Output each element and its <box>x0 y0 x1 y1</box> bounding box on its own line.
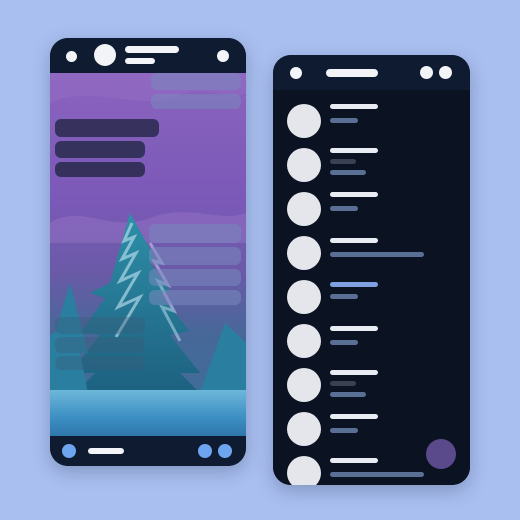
chat-title-placeholder <box>125 46 179 53</box>
contact-name-placeholder <box>330 414 378 419</box>
contact-preview-placeholder <box>330 159 356 164</box>
contact-preview-placeholder <box>330 428 358 433</box>
message-bubble-outgoing[interactable] <box>149 269 241 286</box>
more-icon[interactable] <box>439 66 452 79</box>
contact-preview-placeholder <box>330 252 424 257</box>
contacts-top-bar <box>273 55 470 90</box>
list-item[interactable] <box>273 275 470 319</box>
message-bubble-outgoing[interactable] <box>149 247 241 265</box>
menu-icon[interactable] <box>290 67 302 79</box>
message-bubble-outgoing[interactable] <box>149 290 241 305</box>
contacts-list <box>273 90 470 485</box>
message-bubble-outgoing[interactable] <box>151 94 241 109</box>
avatar <box>287 148 321 182</box>
contact-preview-placeholder <box>330 472 424 477</box>
contact-name-placeholder <box>330 370 378 375</box>
avatar <box>287 104 321 138</box>
message-bubble-incoming[interactable] <box>55 317 145 334</box>
list-item[interactable] <box>273 99 470 143</box>
contact-preview-placeholder <box>330 381 356 386</box>
contact-name-placeholder <box>330 148 378 153</box>
avatar <box>287 280 321 314</box>
message-bubble-outgoing[interactable] <box>149 224 241 243</box>
message-bubble-incoming[interactable] <box>55 141 145 158</box>
message-input-placeholder[interactable] <box>88 448 124 454</box>
chat-wallpaper <box>50 73 246 436</box>
avatar <box>287 412 321 446</box>
list-item[interactable] <box>273 363 470 407</box>
avatar <box>287 192 321 226</box>
contact-preview-placeholder <box>330 170 366 175</box>
chat-top-bar <box>50 38 246 73</box>
contact-preview-placeholder <box>330 340 358 345</box>
message-bubble-incoming[interactable] <box>55 162 145 177</box>
contacts-phone-mockup <box>273 55 470 485</box>
contacts-title-placeholder <box>326 69 378 77</box>
list-item[interactable] <box>273 187 470 231</box>
contact-name-placeholder <box>330 104 378 109</box>
contact-preview-placeholder <box>330 206 358 211</box>
chat-avatar-icon[interactable] <box>94 44 116 66</box>
back-icon[interactable] <box>66 51 77 62</box>
contact-preview-placeholder <box>330 392 366 397</box>
contact-name-placeholder <box>330 192 378 197</box>
list-item[interactable] <box>273 143 470 187</box>
message-bubble-incoming[interactable] <box>55 337 145 353</box>
avatar <box>287 456 321 485</box>
contact-name-placeholder <box>330 458 378 463</box>
contact-preview-placeholder <box>330 118 358 123</box>
contact-preview-placeholder <box>330 294 358 299</box>
message-bubble-outgoing[interactable] <box>151 73 241 90</box>
contact-name-placeholder <box>330 326 378 331</box>
avatar <box>287 236 321 270</box>
search-icon[interactable] <box>420 66 433 79</box>
chat-input-bar <box>50 436 246 466</box>
snow-ground <box>50 390 246 436</box>
message-bubble-incoming[interactable] <box>55 119 159 137</box>
list-item[interactable] <box>273 231 470 275</box>
attach-icon[interactable] <box>62 444 76 458</box>
list-item[interactable] <box>273 319 470 363</box>
chat-subtitle-placeholder <box>125 58 155 64</box>
contact-name-placeholder <box>330 238 378 243</box>
menu-icon[interactable] <box>217 50 229 62</box>
compose-button[interactable] <box>426 439 456 469</box>
contact-name-placeholder <box>330 282 378 287</box>
chat-phone-mockup <box>50 38 246 466</box>
send-icon[interactable] <box>218 444 232 458</box>
avatar <box>287 324 321 358</box>
avatar <box>287 368 321 402</box>
message-bubble-incoming[interactable] <box>55 356 145 370</box>
emoji-icon[interactable] <box>198 444 212 458</box>
